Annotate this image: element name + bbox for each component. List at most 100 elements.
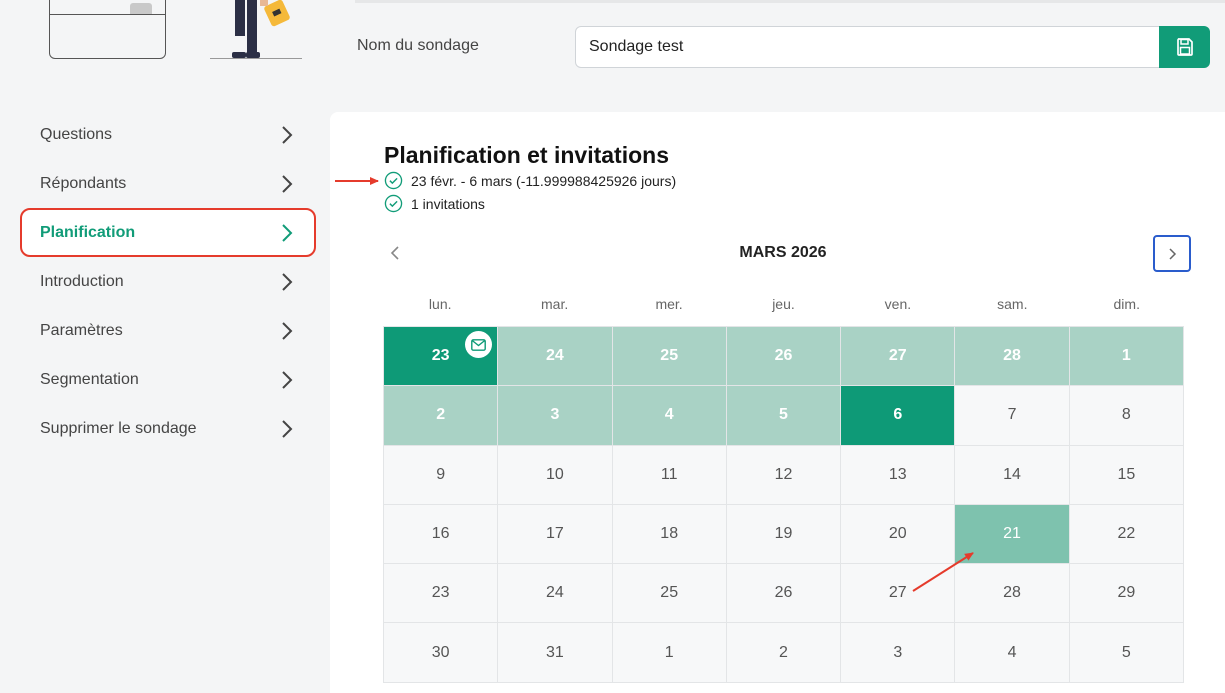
calendar-day[interactable]: 26: [726, 327, 842, 387]
settings-sidebar: Questions Répondants Planification Intro…: [20, 110, 316, 453]
calendar-day[interactable]: 3: [498, 386, 613, 446]
sidebar-item-label: Planification: [40, 223, 136, 241]
sidebar-item-label: Introduction: [40, 272, 124, 290]
survey-name-input[interactable]: [575, 26, 1161, 68]
calendar-day-number: 3: [893, 643, 903, 661]
mail-icon: [465, 331, 493, 358]
calendar-day-number: 29: [1117, 584, 1136, 602]
calendar-day-number: 1: [1121, 347, 1131, 365]
sidebar-item-delete-survey[interactable]: Supprimer le sondage: [20, 404, 316, 453]
calendar-day-number: 30: [431, 643, 450, 661]
calendar-day-number: 13: [888, 465, 907, 483]
calendar-day[interactable]: 28: [955, 327, 1070, 387]
calendar-day[interactable]: 23: [384, 564, 499, 624]
calendar-day[interactable]: 15: [1069, 445, 1184, 505]
calendar-day-number: 19: [774, 525, 793, 543]
calendar-day[interactable]: 24: [498, 327, 613, 387]
calendar-day[interactable]: 27: [841, 327, 956, 387]
calendar-day[interactable]: 27: [841, 564, 956, 624]
calendar-day-number: 28: [1003, 347, 1021, 365]
weekday-label: ven.: [884, 296, 912, 312]
sidebar-item-questions[interactable]: Questions: [20, 110, 316, 159]
calendar-day[interactable]: 5: [726, 386, 842, 446]
calendar-day-number: 9: [436, 465, 446, 483]
calendar-day[interactable]: 31: [498, 623, 613, 683]
calendar-day[interactable]: 10: [498, 445, 613, 505]
weekday-label: lun.: [428, 296, 452, 312]
calendar-day[interactable]: 22: [1069, 504, 1184, 565]
prev-month-button[interactable]: [386, 243, 404, 263]
sidebar-item-label: Paramètres: [40, 321, 123, 339]
calendar-day[interactable]: 20: [841, 504, 956, 565]
calendar-day[interactable]: 30: [384, 623, 499, 683]
calendar-day[interactable]: 17: [498, 504, 613, 565]
calendar-day[interactable]: 18: [612, 504, 727, 565]
calendar-day[interactable]: 2: [384, 386, 499, 446]
calendar-day-number: 25: [660, 584, 679, 602]
chevron-right-icon: [282, 272, 293, 291]
check-circle-icon: [384, 171, 403, 190]
planification-panel: Planification et invitations 23 févr. - …: [330, 112, 1225, 693]
calendar-day[interactable]: 21: [955, 504, 1070, 565]
weekday-label: mer.: [655, 296, 683, 312]
calendar-day[interactable]: 4: [612, 386, 727, 446]
calendar-day-number: 3: [550, 406, 560, 424]
calendar-day-number: 26: [774, 584, 793, 602]
sidebar-item-planification[interactable]: Planification: [20, 208, 316, 257]
sidebar-item-segmentation[interactable]: Segmentation: [20, 355, 316, 404]
chevron-right-icon: [1169, 247, 1177, 260]
calendar-day[interactable]: 28: [955, 564, 1070, 624]
calendar-day-number: 16: [431, 525, 450, 543]
chevron-right-icon: [282, 223, 293, 242]
calendar-day[interactable]: 19: [726, 504, 842, 565]
weekday-label: dim.: [1113, 296, 1140, 312]
save-button[interactable]: [1159, 26, 1210, 68]
survey-name-label: Nom du sondage: [357, 37, 479, 54]
person-illustration: [232, 0, 290, 58]
calendar-day[interactable]: 29: [1069, 564, 1184, 624]
calendar-day-number: 27: [888, 584, 907, 602]
calendar-day-number: 24: [546, 347, 564, 365]
top-divider: [355, 0, 1225, 3]
calendar-day[interactable]: 3: [841, 623, 956, 683]
calendar-day[interactable]: 25: [612, 564, 727, 624]
next-month-button[interactable]: [1153, 235, 1191, 272]
calendar-day-number: 17: [546, 525, 564, 543]
calendar-day[interactable]: 25: [612, 327, 727, 387]
calendar-day[interactable]: 6: [841, 386, 956, 446]
calendar-day[interactable]: 13: [841, 445, 956, 505]
calendar-day[interactable]: 23: [384, 327, 499, 387]
calendar-day-number: 4: [1007, 643, 1017, 661]
calendar-day[interactable]: 2: [726, 623, 842, 683]
chevron-right-icon: [282, 370, 293, 389]
calendar-day[interactable]: 12: [726, 445, 842, 505]
invitations-text: 1 invitations: [411, 195, 485, 212]
calendar-day-number: 23: [431, 584, 450, 602]
calendar-day[interactable]: 11: [612, 445, 727, 505]
calendar-day[interactable]: 14: [955, 445, 1070, 505]
sidebar-item-label: Segmentation: [40, 370, 139, 388]
calendar-day[interactable]: 5: [1069, 623, 1184, 683]
calendar-day-number: 6: [893, 406, 903, 424]
calendar-day[interactable]: 7: [955, 386, 1070, 446]
calendar-day[interactable]: 4: [955, 623, 1070, 683]
calendar-month-label: MARS 2026: [739, 244, 827, 261]
weekday-label: sam.: [997, 296, 1028, 312]
calendar-day-number: 2: [779, 643, 788, 661]
calendar-day[interactable]: 24: [498, 564, 613, 624]
calendar-day[interactable]: 1: [612, 623, 727, 683]
calendar-day[interactable]: 8: [1069, 386, 1184, 446]
calendar-day-number: 5: [779, 406, 788, 424]
sidebar-item-parametres[interactable]: Paramètres: [20, 306, 316, 355]
calendar-day-number: 5: [1121, 643, 1131, 661]
sidebar-item-respondents[interactable]: Répondants: [20, 159, 316, 208]
calendar-day[interactable]: 26: [726, 564, 842, 624]
calendar-day[interactable]: 16: [384, 504, 499, 565]
calendar-day-number: 24: [546, 584, 564, 602]
calendar-grid: 23 24 25 26 27 28 1 2 3 4 5 6 7 8 9 10 11 12 13 14 15 16 17 18 1…: [383, 326, 1184, 683]
floppy-disk-icon: [1176, 38, 1193, 56]
calendar-day[interactable]: 9: [384, 445, 499, 505]
sidebar-item-introduction[interactable]: Introduction: [20, 257, 316, 306]
period-info: 23 févr. - 6 mars (-11.999988425926 jour…: [384, 171, 676, 190]
calendar-day[interactable]: 1: [1069, 327, 1184, 387]
